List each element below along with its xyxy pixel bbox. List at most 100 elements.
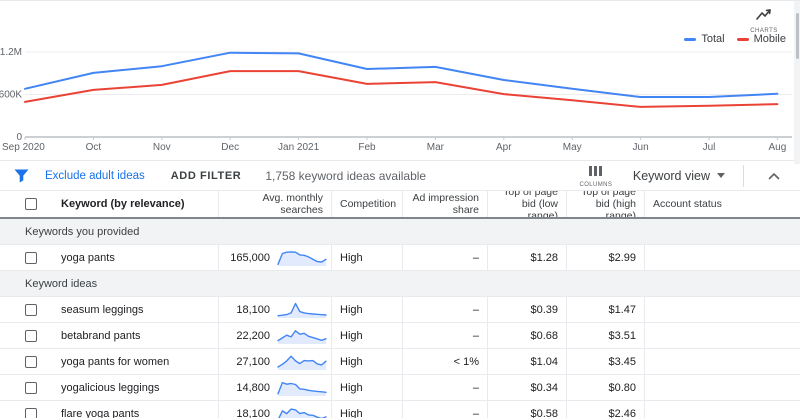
- row-checkbox[interactable]: [25, 329, 37, 342]
- keyword-label: seasum leggings: [61, 303, 144, 316]
- competition-value: High: [340, 407, 363, 418]
- bid-low-value: $0.68: [530, 329, 558, 342]
- row-checkbox[interactable]: [25, 355, 37, 368]
- keyword-view-label: Keyword view: [632, 168, 710, 183]
- toolbar-divider: [743, 164, 744, 187]
- select-all-checkbox[interactable]: [25, 198, 37, 210]
- legend-item-total[interactable]: Total: [684, 33, 725, 45]
- chart-legend: Total Mobile: [684, 33, 786, 45]
- keyword-view-dropdown[interactable]: Keyword view: [633, 169, 725, 183]
- avg-monthly-searches-value: 165,000: [230, 251, 270, 264]
- line-chart-icon: [756, 9, 771, 20]
- row-checkbox[interactable]: [25, 251, 37, 264]
- section-header: Keyword ideas: [0, 271, 800, 297]
- keyword-label: yoga pants for women: [61, 355, 170, 368]
- avg-monthly-searches-value: 22,200: [236, 329, 270, 342]
- keyword-planner-page: 0 600K 1.2M Sep 2020 Oct Nov Dec Jan 2021 Feb Mar…: [0, 0, 800, 418]
- svg-text:Dec: Dec: [221, 142, 239, 153]
- competition-value: High: [340, 355, 363, 368]
- legend-total-label: Total: [701, 33, 725, 45]
- table-row[interactable]: yoga pants for women 27,100 High < 1% $1…: [0, 349, 800, 375]
- competition-value: High: [340, 329, 363, 342]
- bid-high-value: $0.80: [608, 381, 636, 394]
- avg-monthly-searches-value: 18,100: [236, 407, 270, 418]
- keyword-label: flare yoga pants: [61, 407, 140, 418]
- header-ad-impression-share[interactable]: Ad impression share: [403, 191, 488, 217]
- total-series-swatch: [684, 37, 697, 41]
- header-keyword-label: Keyword (by relevance): [61, 197, 185, 210]
- row-checkbox[interactable]: [25, 303, 37, 316]
- competition-value: High: [340, 251, 363, 264]
- ad-impression-share-value: –: [472, 381, 479, 394]
- ad-impression-share-value: –: [472, 303, 479, 316]
- search-trend-sparkline: [277, 250, 327, 266]
- bid-low-value: $1.28: [530, 251, 558, 264]
- chevron-down-icon: [717, 173, 725, 178]
- table-header-row: Keyword (by relevance) Avg. monthly sear…: [0, 191, 800, 219]
- bid-high-value: $1.47: [608, 303, 636, 316]
- legend-item-mobile[interactable]: Mobile: [736, 33, 786, 45]
- bid-high-value: $3.45: [608, 355, 636, 368]
- exclude-adult-ideas-filter[interactable]: Exclude adult ideas: [45, 170, 145, 182]
- collapse-panel-button[interactable]: [762, 169, 786, 183]
- bid-low-value: $0.39: [530, 303, 558, 316]
- competition-value: High: [340, 303, 363, 316]
- svg-text:600K: 600K: [0, 90, 22, 101]
- svg-text:Nov: Nov: [153, 142, 171, 153]
- bid-high-value: $2.46: [608, 407, 636, 418]
- header-bid-high[interactable]: Top of page bid (high range): [567, 191, 645, 217]
- bid-high-value: $2.99: [608, 251, 636, 264]
- svg-text:Apr: Apr: [496, 142, 512, 153]
- header-bid-low[interactable]: Top of page bid (low range): [488, 191, 567, 217]
- table-row[interactable]: flare yoga pants 18,100 High – $0.58 $2.…: [0, 401, 800, 418]
- table-body: Keywords you provided yoga pants 165,000…: [0, 219, 800, 418]
- keyword-label: betabrand pants: [61, 329, 141, 342]
- search-trend-sparkline: [277, 381, 327, 396]
- columns-button[interactable]: COLUMNS: [573, 163, 619, 188]
- ad-impression-share-value: –: [472, 251, 479, 264]
- filter-icon[interactable]: [14, 169, 29, 183]
- table-row[interactable]: yoga pants 165,000 High – $1.28 $2.99: [0, 245, 800, 271]
- avg-monthly-searches-value: 18,100: [236, 303, 270, 316]
- table-row[interactable]: betabrand pants 22,200 High – $0.68 $3.5…: [0, 323, 800, 349]
- mobile-series-swatch: [736, 37, 749, 41]
- row-checkbox[interactable]: [25, 381, 37, 394]
- bid-low-value: $0.58: [530, 407, 558, 418]
- svg-text:Jan 2021: Jan 2021: [278, 142, 320, 153]
- keyword-ideas-count: 1,758 keyword ideas available: [265, 168, 427, 183]
- scrollbar-thumb[interactable]: [796, 13, 799, 59]
- svg-text:1.2M: 1.2M: [0, 47, 22, 58]
- header-competition[interactable]: Competition: [332, 191, 403, 217]
- keyword-label: yoga pants: [61, 251, 115, 264]
- row-checkbox[interactable]: [25, 407, 37, 418]
- section-header: Keywords you provided: [0, 219, 800, 245]
- bid-low-value: $0.34: [530, 381, 558, 394]
- competition-value: High: [340, 381, 363, 394]
- header-account-status[interactable]: Account status: [645, 191, 800, 217]
- svg-text:Jul: Jul: [703, 142, 716, 153]
- filter-toolbar: Exclude adult ideas ADD FILTER 1,758 key…: [0, 161, 800, 191]
- svg-text:Aug: Aug: [769, 142, 787, 153]
- columns-button-label: COLUMNS: [579, 182, 613, 188]
- svg-text:Jun: Jun: [633, 142, 649, 153]
- avg-monthly-searches-value: 27,100: [236, 355, 270, 368]
- charts-toggle-button[interactable]: CHARTS: [742, 7, 786, 34]
- add-filter-button[interactable]: ADD FILTER: [171, 170, 242, 182]
- ad-impression-share-value: –: [472, 407, 479, 418]
- search-trend-sparkline: [277, 302, 327, 318]
- chevron-up-icon: [768, 172, 780, 179]
- header-avg-monthly-searches[interactable]: Avg. monthly searches: [219, 191, 332, 217]
- search-trend-sparkline: [277, 329, 327, 344]
- header-keyword[interactable]: Keyword (by relevance): [0, 191, 219, 217]
- svg-text:Sep 2020: Sep 2020: [2, 142, 45, 153]
- search-trend-sparkline: [277, 355, 327, 370]
- ad-impression-share-value: –: [472, 329, 479, 342]
- bid-low-value: $1.04: [530, 355, 558, 368]
- search-volume-line-chart: 0600K1.2MSep 2020 Oct Nov Dec Jan 2021 Feb Mar…: [0, 47, 792, 153]
- svg-text:Oct: Oct: [86, 142, 102, 153]
- keyword-label: yogalicious leggings: [61, 381, 160, 394]
- table-row[interactable]: yogalicious leggings 14,800 High – $0.34…: [0, 375, 800, 401]
- table-row[interactable]: seasum leggings 18,100 High – $0.39 $1.4…: [0, 297, 800, 323]
- bid-high-value: $3.51: [608, 329, 636, 342]
- search-trend-sparkline: [277, 407, 327, 418]
